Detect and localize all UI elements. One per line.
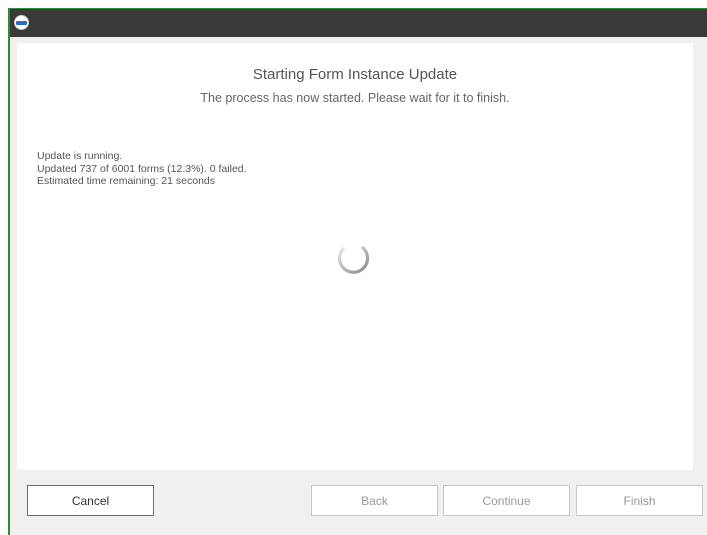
status-line-progress: Updated 737 of 6001 forms (12.3%). 0 fai… bbox=[37, 162, 247, 175]
back-button[interactable]: Back bbox=[311, 485, 438, 516]
loading-spinner-icon bbox=[337, 246, 370, 274]
page-subtitle: The process has now started. Please wait… bbox=[200, 91, 510, 105]
content-panel: Starting Form Instance Update The proces… bbox=[17, 43, 693, 470]
continue-button[interactable]: Continue bbox=[443, 485, 570, 516]
status-line-eta: Estimated time remaining: 21 seconds bbox=[37, 175, 216, 187]
cancel-button[interactable]: Cancel bbox=[27, 485, 154, 516]
finish-button[interactable]: Finish bbox=[576, 485, 703, 516]
page-title: Starting Form Instance Update bbox=[252, 66, 458, 83]
status-text: Update is running. Updated 737 of 6001 f… bbox=[37, 150, 247, 188]
status-line-running: Update is running. bbox=[37, 150, 123, 162]
title-bar[interactable] bbox=[10, 9, 707, 37]
app-logo-icon bbox=[14, 15, 29, 30]
